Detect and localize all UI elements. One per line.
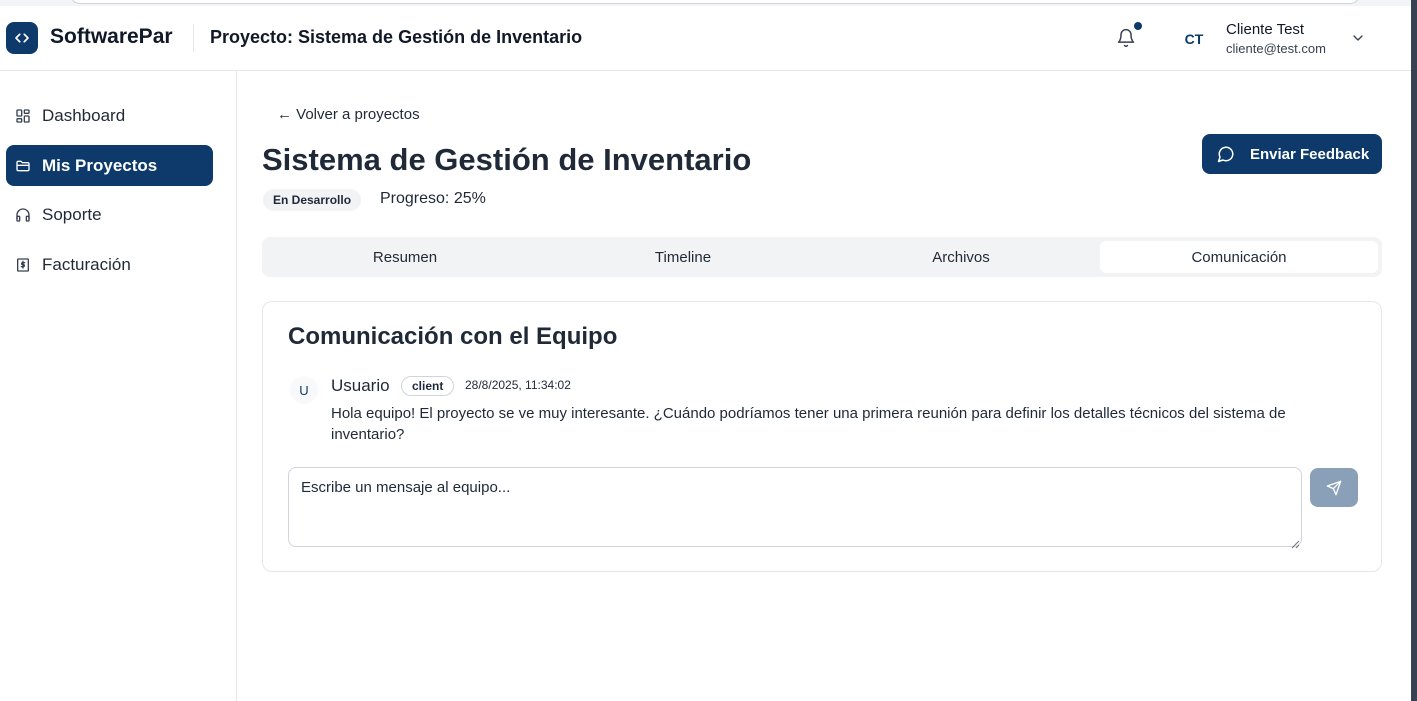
sidebar-item-dashboard[interactable]: Dashboard [6, 95, 213, 136]
send-feedback-button[interactable]: Enviar Feedback [1202, 134, 1382, 174]
sidebar-item-label: Soporte [42, 204, 102, 224]
tab-resumen[interactable]: Resumen [266, 241, 544, 273]
back-to-projects-link[interactable]: ← Volver a proyectos [277, 106, 420, 123]
message-input[interactable] [288, 467, 1302, 547]
bell-icon[interactable] [1116, 28, 1136, 48]
window-edge [1411, 0, 1417, 701]
grid-icon [14, 107, 32, 125]
resize-handle-icon[interactable] [1291, 536, 1300, 549]
header-project-title: Proyecto: Sistema de Gestión de Inventar… [210, 27, 583, 47]
avatar[interactable]: CT [1178, 23, 1210, 55]
message-timestamp: 28/8/2025, 11:34:02 [465, 378, 571, 392]
notification-dot [1134, 22, 1142, 30]
message-text: Hola equipo! El proyecto se ve muy inter… [331, 405, 1286, 443]
send-message-button[interactable] [1310, 468, 1358, 507]
send-icon [1326, 480, 1342, 496]
sidebar-item-mis-proyectos[interactable]: Mis Proyectos [6, 145, 213, 186]
message-avatar: U [290, 376, 318, 404]
dollar-file-icon [14, 256, 32, 274]
communication-card: Comunicación con el Equipo U Usuario cli… [262, 301, 1382, 572]
page-title: Sistema de Gestión de Inventario [262, 142, 752, 177]
user-name[interactable]: Cliente Test [1226, 21, 1304, 38]
project-tabs: Resumen Timeline Archivos Comunicación [262, 237, 1382, 277]
headphones-icon [14, 206, 32, 224]
tab-timeline[interactable]: Timeline [544, 241, 822, 273]
tab-comunicacion[interactable]: Comunicación [1100, 241, 1378, 273]
tab-archivos[interactable]: Archivos [822, 241, 1100, 273]
role-badge: client [401, 376, 455, 396]
chevron-down-icon[interactable] [1350, 30, 1366, 46]
status-badge: En Desarrollo [263, 189, 362, 211]
top-header: SoftwarePar Proyecto: Sistema de Gestión… [0, 6, 1411, 71]
progress-label: Progreso: 25% [380, 190, 486, 207]
sidebar-item-label: Facturación [42, 254, 131, 274]
sidebar: Dashboard Mis Proyectos Soporte Facturac… [0, 71, 237, 701]
sidebar-item-label: Dashboard [42, 105, 126, 125]
folder-icon [14, 157, 32, 175]
send-feedback-label: Enviar Feedback [1250, 145, 1370, 163]
sidebar-item-soporte[interactable]: Soporte [6, 194, 213, 235]
sidebar-item-label: Mis Proyectos [42, 155, 158, 175]
user-email: cliente@test.com [1226, 41, 1326, 56]
code-brackets-icon[interactable] [6, 22, 38, 54]
card-title: Comunicación con el Equipo [288, 323, 618, 350]
message-circle-icon [1217, 145, 1235, 163]
header-divider [193, 24, 194, 52]
sidebar-item-facturacion[interactable]: Facturación [6, 244, 213, 285]
message-author: Usuario [331, 376, 390, 395]
brand-name[interactable]: SoftwarePar [50, 25, 173, 49]
